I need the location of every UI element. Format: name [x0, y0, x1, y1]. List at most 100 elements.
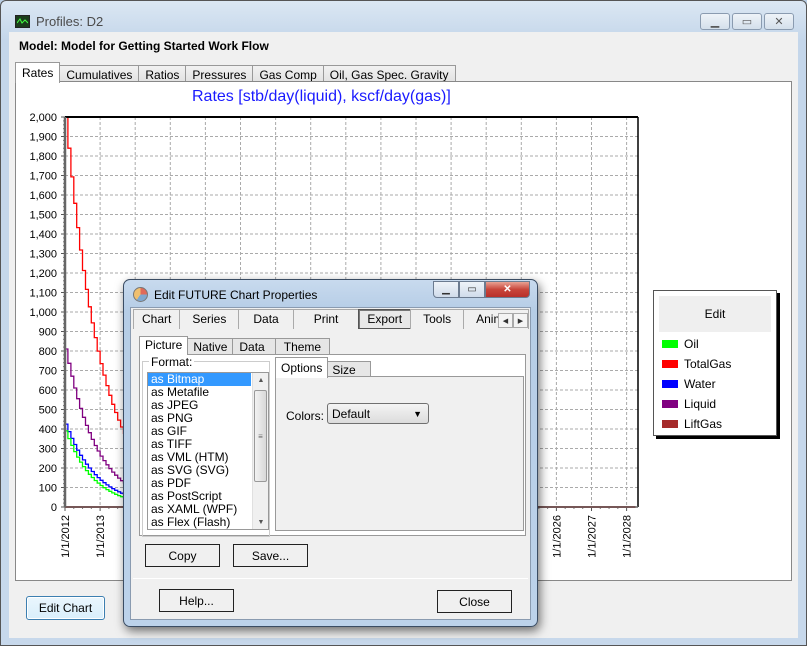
main-tabs: Rates Cumulatives Ratios Pressures Gas C… — [15, 62, 456, 83]
y-tick-label: 900 — [39, 327, 57, 339]
legend-item-totalgas[interactable]: TotalGas — [662, 357, 731, 371]
export-subtabs: Picture Native Data Theme — [139, 336, 331, 355]
format-listbox[interactable]: as Bitmap as Metafile as JPEG as PNG as … — [147, 372, 269, 530]
save-button[interactable]: Save... — [233, 544, 308, 567]
y-tick-label: 800 — [39, 346, 57, 358]
dialog-tab-print[interactable]: Print — [292, 309, 360, 329]
model-label: Model: Model for Getting Started Work Fl… — [19, 39, 269, 53]
minimize-button[interactable]: ▁ — [700, 13, 730, 30]
tab-rates[interactable]: Rates — [15, 62, 61, 83]
legend-swatch — [662, 420, 678, 428]
legend-swatch — [662, 340, 678, 348]
y-tick-label: 2,000 — [29, 112, 57, 124]
legend-label: Liquid — [684, 397, 717, 411]
legend-item-liftgas[interactable]: LiftGas — [662, 417, 722, 431]
legend-item-water[interactable]: Water — [662, 377, 716, 391]
close-dialog-button[interactable]: Close — [437, 590, 512, 613]
format-item[interactable]: as Flex (Flash) — [148, 516, 251, 529]
y-tick-label: 400 — [39, 424, 57, 436]
colors-label: Colors: — [286, 409, 325, 423]
y-tick-label: 1,700 — [29, 171, 57, 183]
legend-swatch — [662, 400, 678, 408]
minimize-icon: ▁ — [442, 284, 450, 295]
subtab-native[interactable]: Native — [187, 338, 234, 355]
chart-properties-icon — [133, 287, 148, 302]
tab-scroll-left-button[interactable]: ◀ — [498, 313, 513, 328]
legend-swatch — [662, 360, 678, 368]
minimize-icon: ▁ — [710, 16, 720, 28]
maximize-icon: ▭ — [467, 284, 477, 295]
y-tick-label: 600 — [39, 385, 57, 397]
chevron-down-icon: ▼ — [413, 409, 422, 419]
arrow-left-icon: ◀ — [502, 317, 509, 325]
dialog-tabs: Chart Series Data Print Export Tools Ani… — [133, 309, 530, 329]
y-tick-label: 1,400 — [29, 229, 57, 241]
tab-options[interactable]: Options — [275, 357, 329, 378]
scroll-down-icon[interactable]: ▼ — [253, 515, 268, 529]
maximize-icon: ▭ — [741, 16, 753, 28]
y-tick-label: 1,600 — [29, 190, 57, 202]
window-titlebar: Profiles: D2 — [15, 13, 103, 29]
y-tick-label: 1,100 — [29, 288, 57, 300]
legend-item-oil[interactable]: Oil — [662, 337, 699, 351]
scroll-up-icon[interactable]: ▲ — [253, 373, 268, 387]
options-tabs: Options Size — [275, 357, 371, 378]
subtab-theme[interactable]: Theme — [274, 338, 331, 355]
scrollbar-thumb[interactable]: ≡ — [254, 390, 267, 482]
y-tick-label: 200 — [39, 463, 57, 475]
footer-divider — [133, 578, 528, 579]
x-tick-label: 1/1/2013 — [95, 515, 107, 558]
help-button[interactable]: Help... — [159, 589, 234, 612]
chart-app-icon — [15, 14, 30, 28]
dialog-tab-export[interactable]: Export — [358, 309, 412, 329]
dialog-tab-series[interactable]: Series — [179, 309, 240, 329]
colors-value: Default — [332, 407, 371, 421]
tab-scroll-right-button[interactable]: ▶ — [513, 313, 528, 328]
y-tick-label: 1,300 — [29, 249, 57, 261]
y-tick-label: 100 — [39, 483, 57, 495]
close-icon: ✕ — [503, 284, 512, 295]
dialog-close-button[interactable]: ✕ — [485, 281, 530, 298]
options-panel: Colors: Default ▼ — [275, 376, 524, 531]
dialog-title: Edit FUTURE Chart Properties — [154, 288, 318, 302]
y-tick-label: 1,000 — [29, 307, 57, 319]
legend-item-liquid[interactable]: Liquid — [662, 397, 716, 411]
y-tick-label: 300 — [39, 444, 57, 456]
dialog-tab-data[interactable]: Data — [238, 309, 294, 329]
x-tick-label: 1/1/2028 — [622, 515, 634, 558]
x-tick-label: 1/1/2012 — [60, 515, 72, 558]
y-tick-label: 1,500 — [29, 210, 57, 222]
y-tick-label: 1,200 — [29, 268, 57, 280]
y-tick-label: 500 — [39, 405, 57, 417]
dialog-minimize-button[interactable]: ▁ — [433, 281, 459, 298]
legend-label: Water — [684, 377, 716, 391]
dialog-tab-chart[interactable]: Chart — [133, 309, 181, 329]
format-group: Format: as Bitmap as Metafile as JPEG as… — [142, 355, 270, 537]
close-icon: ✕ — [774, 16, 784, 28]
legend-label: LiftGas — [684, 417, 723, 431]
legend-edit-button[interactable]: Edit — [659, 296, 771, 332]
edit-chart-properties-dialog: Edit FUTURE Chart Properties ▁ ▭ ✕ Chart… — [123, 279, 538, 627]
window-title: Profiles: D2 — [36, 13, 104, 29]
edit-chart-button[interactable]: Edit Chart — [26, 596, 105, 620]
dialog-body: Chart Series Data Print Export Tools Ani… — [130, 307, 531, 620]
legend-label: Oil — [684, 337, 699, 351]
legend-swatch — [662, 380, 678, 388]
chart-legend: Edit Oil TotalGas Water Liquid LiftGas — [653, 290, 777, 436]
dialog-maximize-button[interactable]: ▭ — [459, 281, 485, 298]
x-tick-label: 1/1/2026 — [551, 515, 563, 558]
dialog-tab-tools[interactable]: Tools — [410, 309, 465, 329]
subtab-data[interactable]: Data — [232, 338, 276, 355]
subtab-picture[interactable]: Picture — [139, 336, 189, 355]
colors-dropdown[interactable]: Default ▼ — [327, 403, 429, 424]
y-tick-label: 700 — [39, 366, 57, 378]
format-label: Format: — [149, 355, 195, 369]
format-list-scrollbar[interactable]: ▲ ≡ ▼ — [252, 373, 268, 529]
y-tick-label: 1,800 — [29, 151, 57, 163]
y-tick-label: 1,900 — [29, 132, 57, 144]
maximize-button[interactable]: ▭ — [732, 13, 762, 30]
legend-label: TotalGas — [684, 357, 732, 371]
close-button[interactable]: ✕ — [764, 13, 794, 30]
x-tick-label: 1/1/2027 — [587, 515, 599, 558]
copy-button[interactable]: Copy — [145, 544, 220, 567]
